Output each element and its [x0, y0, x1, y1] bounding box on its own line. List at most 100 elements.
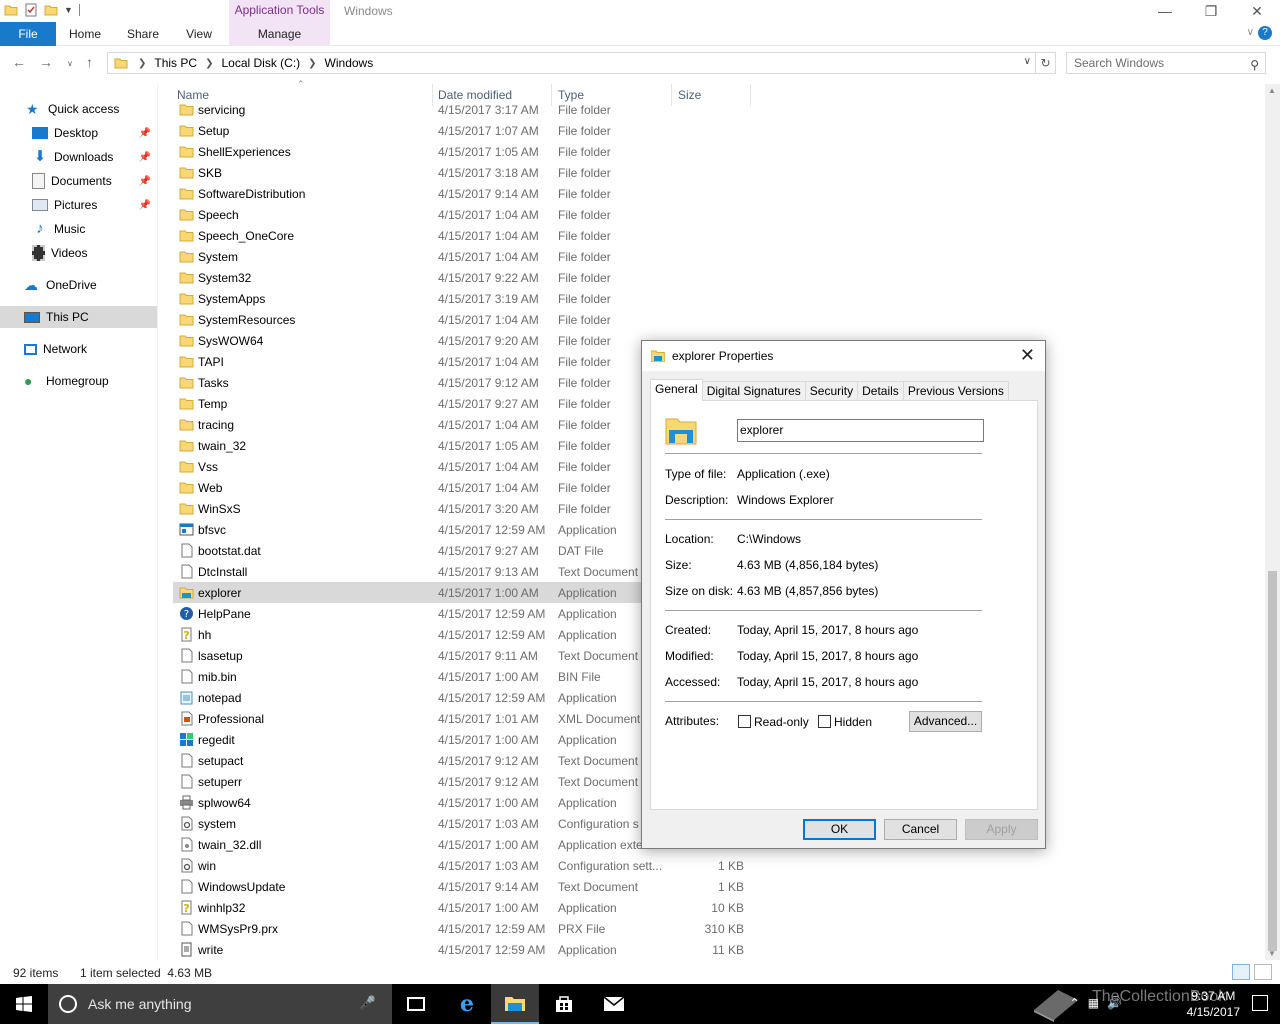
task-view-button[interactable] [392, 984, 440, 1024]
readonly-checkbox[interactable] [738, 715, 751, 728]
nav-item-documents[interactable]: Documents 📌 [0, 170, 157, 192]
file-row[interactable]: System32 4/15/2017 9:22 AM File folder [173, 267, 753, 288]
nav-item-quick-access[interactable]: ★ Quick access [0, 98, 157, 120]
file-date: 4/15/2017 1:05 AM [438, 439, 539, 453]
file-row[interactable]: SystemResources 4/15/2017 1:04 AM File fol… [173, 309, 753, 330]
forward-button[interactable]: → [39, 54, 53, 70]
details-view-icon[interactable] [1232, 964, 1250, 980]
help-icon[interactable]: ? [1258, 26, 1272, 40]
hidden-checkbox[interactable] [818, 715, 831, 728]
scrollbar-thumb[interactable] [1268, 571, 1277, 951]
back-button[interactable]: ← [12, 54, 26, 70]
edge-taskbar-button[interactable]: e [443, 984, 491, 1024]
address-dropdown-icon[interactable]: ∨ [1024, 56, 1031, 67]
tab-file[interactable]: File [0, 22, 56, 46]
file-row[interactable]: SKB 4/15/2017 3:18 AM File folder [173, 162, 753, 183]
file-row[interactable]: Speech 4/15/2017 1:04 AM File folder [173, 204, 753, 225]
tab-manage[interactable]: Manage [229, 22, 330, 46]
chevron-right-icon[interactable]: ❯ [308, 58, 316, 69]
file-date: 4/15/2017 1:03 AM [438, 817, 539, 831]
store-taskbar-button[interactable] [540, 984, 588, 1024]
file-name: SystemResources [198, 313, 296, 327]
breadcrumb-this-pc[interactable]: This PC [154, 56, 197, 70]
tab-details[interactable]: Details [857, 381, 904, 401]
tab-view[interactable]: View [180, 22, 218, 46]
network-status-icon[interactable]: ▦ [1088, 996, 1107, 1010]
file-row[interactable]: Setup 4/15/2017 1:07 AM File folder [173, 120, 753, 141]
file-row[interactable]: ? winhlp32 4/15/2017 1:00 AM Application 10 … [173, 897, 753, 918]
file-name-input[interactable]: explorer [737, 419, 984, 442]
apply-button[interactable]: Apply [965, 819, 1038, 840]
nav-item-onedrive[interactable]: ☁ OneDrive [0, 274, 157, 296]
properties-icon[interactable] [24, 3, 38, 17]
file-name: Speech_OneCore [198, 229, 295, 243]
customize-toolbar-icon[interactable]: ▼ [64, 5, 73, 15]
nav-item-desktop[interactable]: Desktop 📌 [0, 122, 157, 144]
pin-icon[interactable]: 📌 [139, 200, 151, 211]
expand-ribbon-icon[interactable]: ∨ [1247, 27, 1254, 38]
chevron-up-icon[interactable]: ⌃ [1070, 996, 1088, 1010]
tab-home[interactable]: Home [64, 22, 106, 46]
address-bar[interactable]: ❯ This PC ❯ Local Disk (C:) ❯ Windows ∨ [107, 52, 1036, 74]
volume-icon[interactable]: 🔊 [1107, 996, 1130, 1010]
microphone-icon[interactable]: 🎤 [360, 995, 376, 1011]
file-row[interactable]: WindowsUpdate 4/15/2017 9:14 AM Text Docum… [173, 876, 753, 897]
file-explorer-taskbar-button[interactable] [491, 984, 539, 1024]
nav-item-pictures[interactable]: Pictures 📌 [0, 194, 157, 216]
tab-security[interactable]: Security [804, 381, 859, 401]
file-row[interactable]: SystemApps 4/15/2017 3:19 AM File folder [173, 288, 753, 309]
chevron-right-icon[interactable]: ❯ [138, 58, 146, 69]
file-row[interactable]: write 4/15/2017 12:59 AM Application 11 KB [173, 939, 753, 960]
pin-icon[interactable]: 📌 [139, 128, 151, 139]
file-row[interactable]: WMSysPr9.prx 4/15/2017 12:59 AM PRX File 31… [173, 918, 753, 939]
start-button[interactable] [0, 984, 48, 1024]
large-icons-view-icon[interactable] [1254, 964, 1272, 980]
nav-item-homegroup[interactable]: ● Homegroup [0, 370, 157, 392]
cancel-button[interactable]: Cancel [884, 819, 957, 840]
tab-previous-versions[interactable]: Previous Versions [902, 381, 1009, 401]
ok-button[interactable]: OK [803, 819, 876, 840]
tab-general[interactable]: General [650, 379, 703, 401]
file-row[interactable]: Speech_OneCore 4/15/2017 1:04 AM File fold… [173, 225, 753, 246]
recent-locations-icon[interactable]: ∨ [67, 59, 73, 68]
nav-item-music[interactable]: ♪ Music [0, 218, 157, 240]
breadcrumb-local-disk[interactable]: Local Disk (C:) [221, 56, 300, 70]
cortana-search-box[interactable]: Ask me anything 🎤 [48, 984, 392, 1024]
close-icon[interactable]: ✕ [1020, 345, 1035, 366]
nav-item-videos[interactable]: Videos [0, 242, 157, 264]
chevron-right-icon[interactable]: ❯ [205, 58, 213, 69]
file-row[interactable]: SoftwareDistribution 4/15/2017 9:14 AM Fil… [173, 183, 753, 204]
file-name: tracing [198, 418, 235, 432]
system-tray: ⌃▦🔊 [1070, 996, 1130, 1010]
readonly-label[interactable]: Read-only [754, 715, 809, 729]
tab-share[interactable]: Share [122, 22, 164, 46]
advanced-button[interactable]: Advanced... [909, 711, 982, 732]
scroll-up-icon[interactable]: ▲ [1268, 86, 1276, 95]
action-center-icon[interactable] [1252, 995, 1268, 1011]
file-list-scrollbar[interactable]: ▲ ▼ [1265, 84, 1280, 960]
file-row[interactable]: servicing 4/15/2017 3:17 AM File folder [173, 99, 753, 120]
close-button[interactable]: ✕ [1234, 0, 1280, 22]
scroll-down-icon[interactable]: ▼ [1268, 949, 1276, 958]
search-input[interactable]: Search Windows ⚲ [1066, 52, 1266, 74]
minimize-button[interactable]: — [1142, 0, 1188, 22]
nav-item-network[interactable]: Network [0, 338, 157, 360]
file-row[interactable]: System 4/15/2017 1:04 AM File folder [173, 246, 753, 267]
refresh-button[interactable]: ↻ [1036, 52, 1056, 74]
pin-icon[interactable]: 📌 [139, 152, 151, 163]
nav-label: Homegroup [46, 374, 109, 388]
file-row[interactable]: ShellExperiences 4/15/2017 1:05 AM File fo… [173, 141, 753, 162]
mail-taskbar-button[interactable] [590, 984, 638, 1024]
restore-button[interactable]: ❐ [1188, 0, 1234, 22]
clock[interactable]: 9:37 AM 4/15/2017 [1187, 988, 1240, 1020]
up-button[interactable]: ↑ [86, 54, 93, 70]
hidden-label[interactable]: Hidden [834, 715, 872, 729]
pin-icon[interactable]: 📌 [139, 176, 151, 187]
file-row[interactable]: win 4/15/2017 1:03 AM Configuration sett..… [173, 855, 753, 876]
breadcrumb-windows[interactable]: Windows [325, 56, 374, 70]
nav-item-this-pc[interactable]: This PC [0, 306, 157, 328]
nav-item-downloads[interactable]: ⬇ Downloads 📌 [0, 146, 157, 168]
tab-digital-signatures[interactable]: Digital Signatures [701, 381, 806, 401]
new-folder-icon[interactable] [44, 3, 58, 17]
toolbar-divider [78, 4, 80, 16]
